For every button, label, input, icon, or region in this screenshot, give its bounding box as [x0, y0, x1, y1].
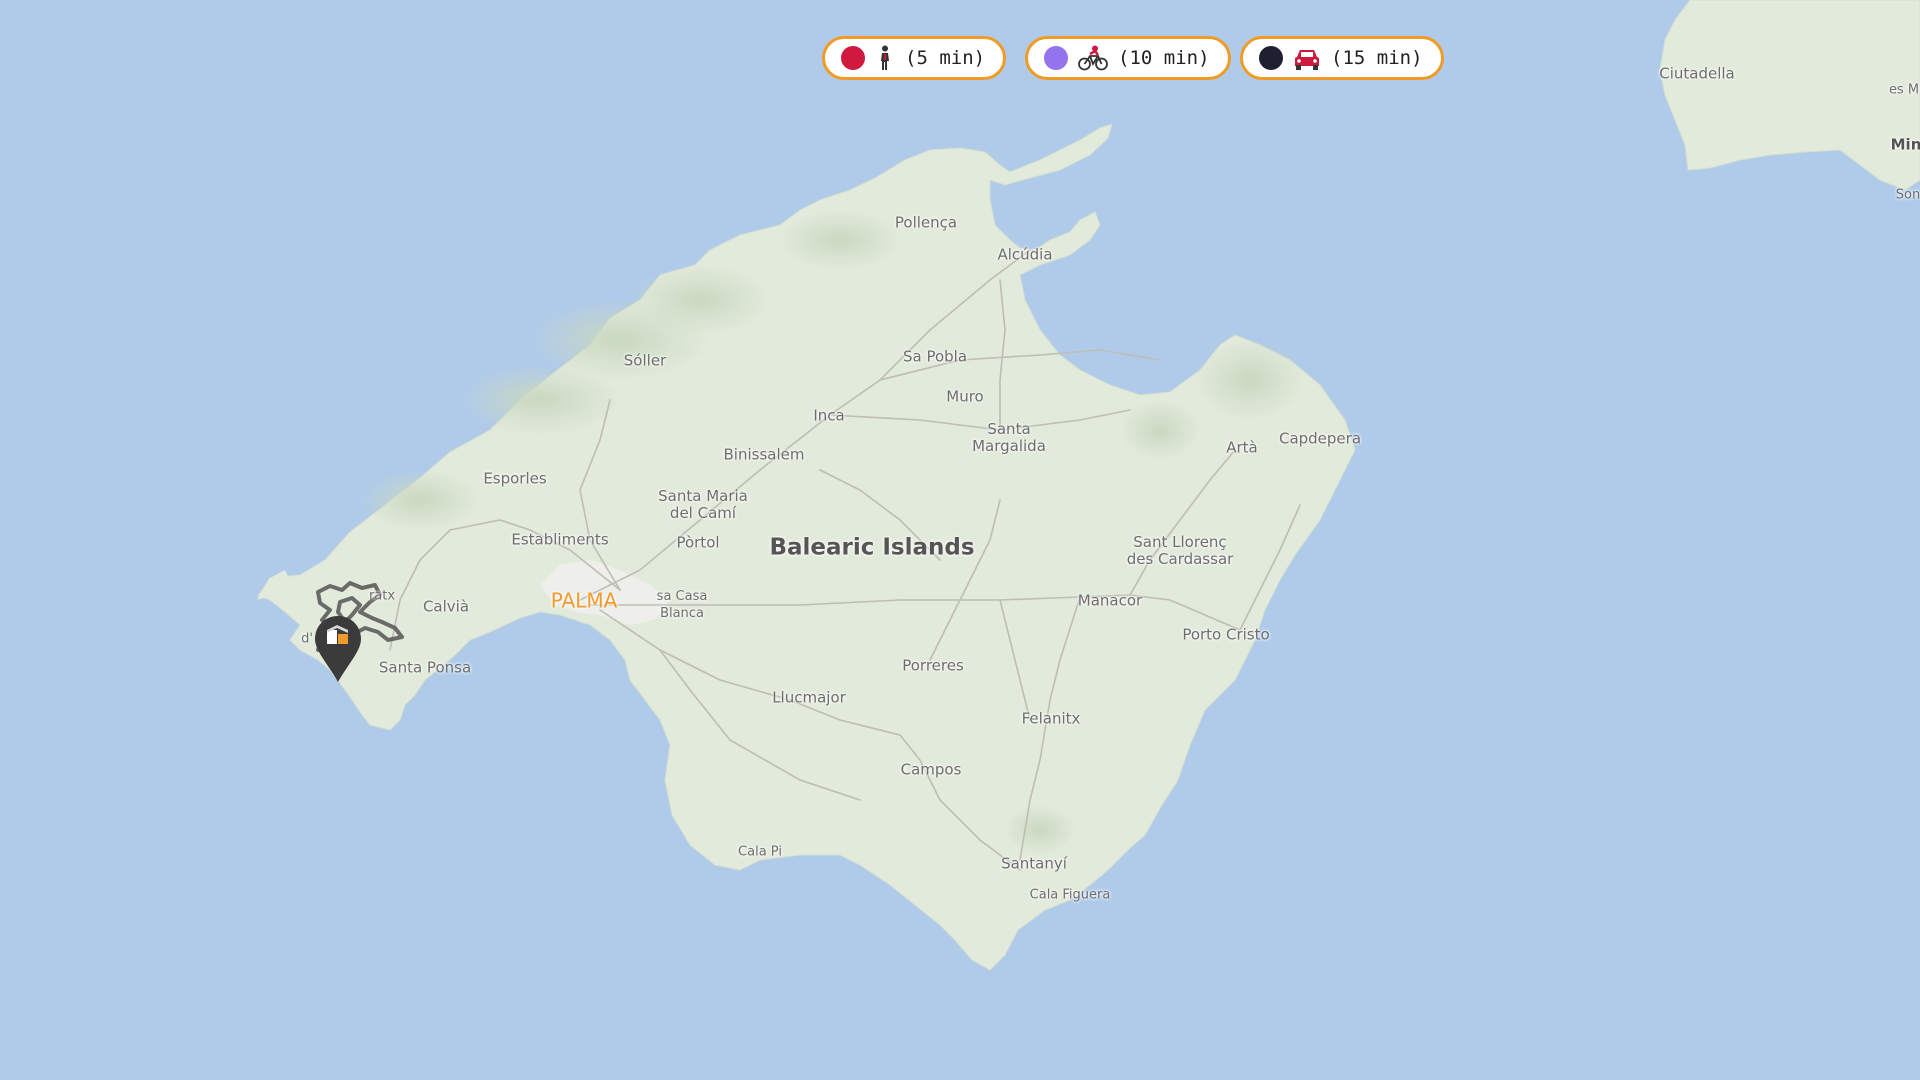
- place-label-campos: Campos: [900, 760, 962, 779]
- capital-label: PALMA: [550, 588, 618, 613]
- place-label-cala-pi: Cala Pi: [738, 844, 782, 860]
- place-label-felanitx: Felanitx: [1021, 709, 1081, 728]
- walking-person-icon: [875, 45, 895, 71]
- place-label-porreres: Porreres: [902, 656, 964, 675]
- place-label-soller: Sóller: [623, 351, 667, 370]
- place-label-santanyi: Santanyí: [1001, 854, 1067, 873]
- place-label-llucmajor: Llucmajor: [772, 688, 846, 707]
- place-label-portol: Pòrtol: [676, 533, 720, 552]
- place-label-inca: Inca: [813, 406, 845, 425]
- walk-color-dot: [841, 46, 865, 70]
- car-icon: [1293, 45, 1321, 71]
- place-label-d-prefix: d': [301, 631, 313, 647]
- place-label-alcudia: Alcúdia: [997, 245, 1053, 264]
- place-label-sa-casa-blanca: sa Casa Blanca: [656, 589, 708, 621]
- place-label-ciutadella: Ciutadella: [1659, 64, 1735, 83]
- bike-color-dot: [1044, 46, 1068, 70]
- location-marker[interactable]: [315, 616, 361, 682]
- place-label-manacor: Manacor: [1077, 591, 1143, 610]
- place-label-sa-pobla: Sa Pobla: [902, 347, 968, 366]
- place-label-santa-ponsa: Santa Ponsa: [378, 658, 472, 677]
- place-label-es-m: es M: [1888, 82, 1920, 98]
- place-label-pollenca: Pollença: [894, 213, 958, 232]
- legend-label-car: (15 min): [1331, 47, 1423, 69]
- region-label: Balearic Islands: [769, 534, 975, 561]
- place-label-andratx: ratx: [368, 588, 396, 604]
- place-label-santa-maria: Santa Maria del Camí: [658, 487, 748, 522]
- place-label-sant-llorenc: Sant Llorenç des Cardassar: [1126, 533, 1234, 568]
- legend-label-walk: (5 min): [905, 47, 986, 69]
- place-label-cala-figuera: Cala Figuera: [1029, 887, 1111, 903]
- place-label-min: Min: [1890, 135, 1920, 154]
- legend-pill-car[interactable]: (15 min): [1240, 36, 1444, 80]
- legend-pill-walk[interactable]: (5 min): [822, 36, 1007, 80]
- place-label-establiments: Establiments: [511, 530, 609, 549]
- place-label-capdepera: Capdepera: [1278, 429, 1362, 448]
- place-label-arta: Artà: [1226, 438, 1258, 457]
- place-label-calvia: Calvià: [422, 597, 470, 616]
- bicycle-icon: [1078, 45, 1108, 71]
- place-label-muro: Muro: [946, 387, 984, 406]
- legend-label-bike: (10 min): [1118, 47, 1210, 69]
- place-label-binissalem: Binissalem: [723, 445, 805, 464]
- car-color-dot: [1259, 46, 1283, 70]
- legend-pill-bike[interactable]: (10 min): [1025, 36, 1231, 80]
- place-label-santa-margalida: Santa Margalida: [972, 420, 1046, 455]
- place-label-porto-cristo: Porto Cristo: [1182, 625, 1270, 644]
- place-label-son: Son: [1895, 187, 1920, 203]
- place-label-esporles: Esporles: [483, 469, 547, 488]
